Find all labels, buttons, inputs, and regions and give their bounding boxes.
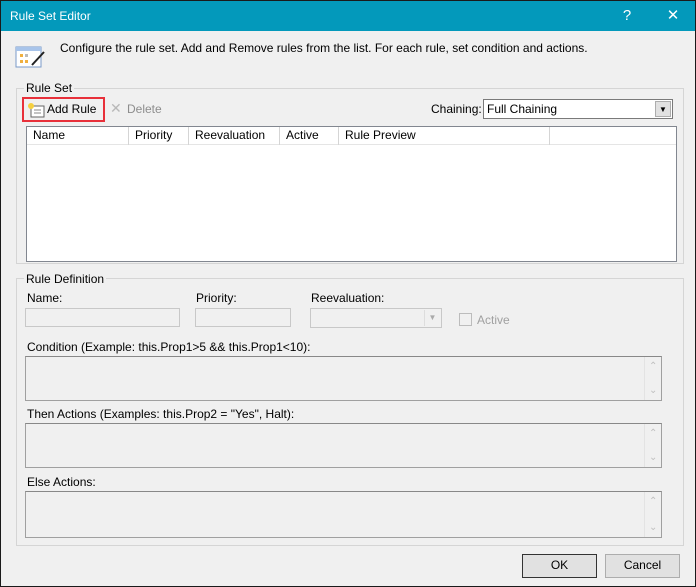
help-button[interactable]: ? [615, 5, 639, 27]
priority-input[interactable] [195, 308, 291, 327]
chaining-value: Full Chaining [487, 102, 558, 116]
chaining-select[interactable]: Full Chaining ▼ [483, 99, 673, 119]
close-button[interactable]: ✕ [661, 5, 685, 27]
chevron-down-icon[interactable]: ▼ [655, 101, 671, 117]
else-actions-label: Else Actions: [27, 475, 96, 489]
column-active[interactable]: Active [280, 127, 339, 145]
description-text: Configure the rule set. Add and Remove r… [60, 41, 588, 55]
delete-label: Delete [127, 102, 162, 116]
delete-icon: ✕ [110, 100, 122, 116]
active-label: Active [477, 313, 510, 327]
active-checkbox[interactable] [459, 313, 472, 326]
reevaluation-select[interactable]: ▼ [310, 308, 442, 328]
name-input[interactable] [25, 308, 180, 327]
condition-label: Condition (Example: this.Prop1>5 && this… [27, 340, 311, 354]
rule-set-label: Rule Set [24, 81, 75, 95]
column-rule-preview[interactable]: Rule Preview [339, 127, 550, 145]
chevron-down-icon: ▼ [424, 310, 440, 326]
then-actions-label: Then Actions (Examples: this.Prop2 = "Ye… [27, 407, 295, 421]
reevaluation-label: Reevaluation: [311, 291, 385, 305]
add-rule-icon [28, 103, 45, 118]
rule-definition-label: Rule Definition [24, 272, 107, 286]
priority-label: Priority: [196, 291, 237, 305]
then-actions-scrollbar[interactable]: ⌃ ⌄ [644, 424, 661, 467]
name-label: Name: [27, 291, 63, 305]
ok-button[interactable]: OK [522, 554, 597, 578]
column-priority[interactable]: Priority [129, 127, 189, 145]
cancel-button[interactable]: Cancel [605, 554, 680, 578]
rule-set-editor-dialog: Rule Set Editor ? ✕ Configure the rule s… [0, 0, 696, 587]
else-actions-scrollbar[interactable]: ⌃ ⌄ [644, 492, 661, 537]
condition-textarea[interactable]: ⌃ ⌄ [25, 356, 662, 401]
then-actions-textarea[interactable]: ⌃ ⌄ [25, 423, 662, 468]
rules-list[interactable]: Name Priority Reevaluation Active Rule P… [26, 126, 677, 262]
delete-button[interactable]: ✕ Delete [110, 99, 165, 119]
title-bar: Rule Set Editor ? ✕ [1, 1, 695, 31]
condition-scrollbar[interactable]: ⌃ ⌄ [644, 357, 661, 400]
column-reevaluation[interactable]: Reevaluation [189, 127, 280, 145]
else-actions-textarea[interactable]: ⌃ ⌄ [25, 491, 662, 538]
list-header: Name Priority Reevaluation Active Rule P… [27, 127, 676, 145]
column-name[interactable]: Name [27, 127, 129, 145]
column-filler [550, 127, 676, 145]
chaining-label: Chaining: [431, 102, 482, 116]
add-rule-button[interactable]: Add Rule [22, 97, 105, 122]
window-title: Rule Set Editor [10, 9, 91, 23]
rule-set-icon [15, 46, 45, 68]
add-rule-label: Add Rule [47, 102, 97, 116]
